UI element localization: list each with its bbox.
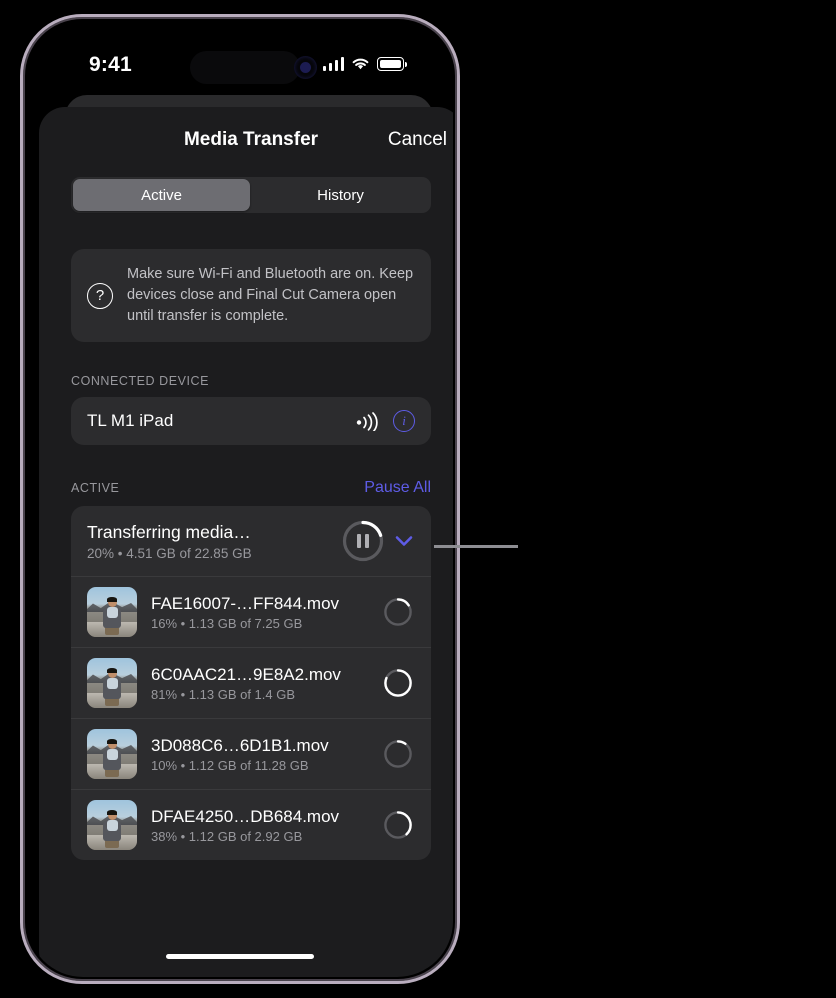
file-thumbnail (87, 658, 137, 709)
status-bar: 9:41 (27, 45, 453, 89)
callout-line (434, 545, 518, 548)
screenshot-stage: 9:41 Media Transfer Cancel Active Histor… (0, 0, 836, 998)
file-row[interactable]: DFAE4250…DB684.mov 38% • 1.12 GB of 2.92 … (71, 789, 431, 860)
tab-active[interactable]: Active (73, 179, 250, 211)
status-bar-time: 9:41 (89, 53, 132, 76)
chevron-down-icon[interactable] (391, 535, 417, 547)
file-thumbnail (87, 729, 137, 780)
front-camera-icon (294, 56, 317, 79)
file-subtitle: 16% • 1.13 GB of 7.25 GB (151, 615, 303, 631)
active-transfer-card: Transferring media… 20% • 4.51 GB of 22.… (71, 506, 431, 861)
home-indicator[interactable] (166, 953, 314, 959)
iphone-screen: 9:41 Media Transfer Cancel Active Histor… (27, 21, 453, 977)
file-subtitle: 10% • 1.12 GB of 11.28 GB (151, 757, 309, 773)
file-row[interactable]: 3D088C6…6D1B1.mov 10% • 1.12 GB of 11.28 … (71, 718, 431, 789)
file-thumbnail (87, 800, 137, 851)
sheet-header: Media Transfer Cancel (39, 107, 453, 177)
wifi-icon (352, 58, 369, 70)
transfer-file-list: FAE16007-…FF844.mov 16% • 1.13 GB of 7.25… (71, 576, 431, 860)
file-thumbnail (87, 587, 137, 638)
file-progress-ring (384, 811, 412, 839)
transfer-title: Transferring media… (87, 521, 251, 542)
file-row[interactable]: FAE16007-…FF844.mov 16% • 1.13 GB of 7.25… (71, 576, 431, 647)
connected-device-row[interactable]: TL M1 iPad i (71, 397, 431, 446)
cancel-button[interactable]: Cancel (388, 129, 447, 151)
file-progress-ring (384, 669, 412, 697)
airdrop-wireless-icon (356, 412, 378, 432)
file-row[interactable]: 6C0AAC21…9E8A2.mov 81% • 1.13 GB of 1.4 G… (71, 647, 431, 718)
active-section-header: ACTIVE Pause All (71, 479, 431, 497)
transfer-summary-row: Transferring media… 20% • 4.51 GB of 22.… (71, 506, 431, 576)
dynamic-island (190, 51, 300, 84)
file-text: FAE16007-…FF844.mov 16% • 1.13 GB of 7.25… (151, 594, 383, 631)
pause-all-button[interactable]: Pause All (364, 479, 431, 497)
tab-history[interactable]: History (252, 179, 429, 211)
file-name: 6C0AAC21…9E8A2.mov (151, 664, 341, 684)
transfer-subtitle: 20% • 4.51 GB of 22.85 GB (87, 545, 252, 561)
info-banner-text: Make sure Wi-Fi and Bluetooth are on. Ke… (127, 266, 414, 325)
file-progress-ring (384, 598, 412, 626)
camera-lens (300, 62, 311, 73)
connected-device-section-label: CONNECTED DEVICE (71, 374, 209, 389)
segmented-control[interactable]: Active History (71, 177, 431, 213)
file-text: 3D088C6…6D1B1.mov 10% • 1.12 GB of 11.28 … (151, 736, 383, 773)
pause-button[interactable] (341, 519, 385, 563)
file-name: FAE16007-…FF844.mov (151, 593, 340, 613)
file-name: DFAE4250…DB684.mov (151, 806, 340, 826)
file-name: 3D088C6…6D1B1.mov (151, 735, 329, 755)
question-mark-circle-icon: ? (87, 282, 113, 309)
battery-icon (377, 57, 407, 71)
file-progress-ring (384, 740, 412, 768)
file-text: DFAE4250…DB684.mov 38% • 1.12 GB of 2.92 … (151, 807, 383, 844)
info-banner: ? Make sure Wi-Fi and Bluetooth are on. … (71, 249, 431, 343)
file-subtitle: 81% • 1.13 GB of 1.4 GB (151, 686, 296, 702)
media-transfer-sheet: Media Transfer Cancel Active History ? M… (39, 107, 453, 977)
active-section-label: ACTIVE (71, 481, 120, 496)
iphone-device-frame: 9:41 Media Transfer Cancel Active Histor… (20, 14, 460, 984)
file-subtitle: 38% • 1.12 GB of 2.92 GB (151, 828, 303, 844)
file-text: 6C0AAC21…9E8A2.mov 81% • 1.13 GB of 1.4 G… (151, 665, 383, 702)
pause-icon (357, 534, 369, 549)
cellular-bars-icon (322, 57, 344, 71)
info-circle-icon[interactable]: i (393, 410, 415, 433)
connected-device-name: TL M1 iPad (87, 411, 174, 431)
status-bar-indicators (322, 57, 407, 71)
